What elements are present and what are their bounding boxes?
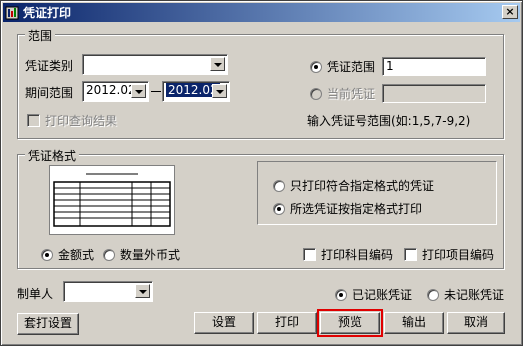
print-item-code-checkbox[interactable]: 打印项目编码 (404, 246, 494, 263)
voucher-print-dialog: 凭证打印 × 范围 凭证类别 期间范围 2012.02 2012.02 打印查询… (0, 0, 523, 346)
chevron-down-icon[interactable] (210, 57, 225, 71)
print-query-result-label: 打印查询结果 (45, 114, 118, 128)
unposted-vouchers-label: 未记账凭证 (444, 288, 505, 302)
print-query-result-checkbox[interactable]: 打印查询结果 (27, 112, 117, 129)
radio-checked-icon (310, 61, 322, 73)
voucher-range-radio[interactable]: 凭证范围 (310, 58, 375, 75)
settings-button[interactable]: 设置 (194, 312, 254, 334)
voucher-format-preview (49, 165, 175, 235)
cancel-button[interactable]: 取消 (447, 312, 505, 334)
all-as-format-label: 所选凭证按指定格式打印 (290, 202, 423, 216)
amount-style-radio[interactable]: 金额式 (41, 246, 94, 263)
close-icon[interactable]: × (502, 5, 518, 19)
preview-button[interactable]: 预览 (317, 309, 383, 337)
current-voucher-input (382, 84, 486, 103)
period-to-select[interactable]: 2012.02 (162, 81, 230, 102)
posted-vouchers-label: 已记账凭证 (352, 288, 413, 302)
print-subject-code-checkbox[interactable]: 打印科目编码 (303, 246, 393, 263)
radio-icon (427, 289, 439, 301)
print-button[interactable]: 打印 (257, 312, 317, 334)
range-hint: 输入凭证号范围(如:1,5,7-9,2) (307, 114, 471, 128)
radio-icon (273, 180, 285, 192)
preparer-select[interactable] (63, 281, 153, 302)
radio-checked-icon (273, 203, 285, 215)
amount-style-label: 金额式 (58, 248, 95, 262)
radio-icon (103, 249, 115, 261)
period-range-label: 期间范围 (25, 86, 74, 100)
unposted-vouchers-radio[interactable]: 未记账凭证 (427, 286, 504, 303)
radio-icon (310, 88, 322, 100)
all-as-format-radio[interactable]: 所选凭证按指定格式打印 (273, 200, 422, 217)
only-matching-format-label: 只打印符合指定格式的凭证 (290, 179, 435, 193)
current-voucher-radio[interactable]: 当前凭证 (310, 85, 375, 102)
checkbox-icon (27, 114, 40, 127)
app-icon (5, 6, 19, 20)
preparer-label: 制单人 (17, 287, 54, 301)
voucher-format-legend: 凭证格式 (25, 147, 80, 164)
period-from-value: 2012.02 (86, 83, 136, 97)
quantity-foreign-style-radio[interactable]: 数量外币式 (103, 246, 180, 263)
chevron-down-icon[interactable] (131, 84, 146, 98)
voucher-type-label: 凭证类别 (25, 59, 74, 73)
chevron-down-icon[interactable] (212, 84, 227, 98)
quantity-foreign-style-label: 数量外币式 (120, 248, 181, 262)
chevron-down-icon[interactable] (135, 284, 150, 298)
current-voucher-label: 当前凭证 (327, 87, 376, 101)
export-button[interactable]: 输出 (384, 312, 444, 334)
range-dash (151, 91, 161, 92)
range-group-legend: 范围 (25, 27, 56, 44)
posted-vouchers-radio[interactable]: 已记账凭证 (335, 286, 412, 303)
voucher-range-input[interactable]: 1 (382, 57, 486, 76)
window-title: 凭证打印 (23, 6, 72, 20)
print-item-code-label: 打印项目编码 (422, 248, 495, 262)
checkbox-icon (303, 248, 316, 261)
period-from-select[interactable]: 2012.02 (82, 81, 149, 102)
voucher-type-select[interactable] (82, 54, 228, 75)
radio-checked-icon (335, 289, 347, 301)
overprint-settings-button[interactable]: 套打设置 (17, 313, 79, 335)
title-bar[interactable]: 凭证打印 × (3, 3, 520, 22)
only-matching-format-radio[interactable]: 只打印符合指定格式的凭证 (273, 177, 434, 194)
voucher-range-label: 凭证范围 (327, 60, 376, 74)
print-subject-code-label: 打印科目编码 (321, 248, 394, 262)
checkbox-icon (404, 248, 417, 261)
voucher-range-value: 1 (386, 59, 394, 73)
radio-checked-icon (41, 249, 53, 261)
